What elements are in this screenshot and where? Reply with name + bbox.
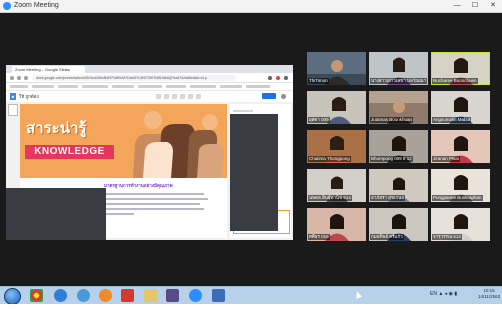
- bookmark-item[interactable]: [166, 85, 186, 88]
- chrome-icon[interactable]: [30, 289, 43, 302]
- participant-name: Jutamas Boonkhuan: [370, 117, 414, 123]
- start-button[interactable]: [4, 288, 21, 305]
- article-text-line: [104, 213, 134, 215]
- slide-thumbnail[interactable]: [8, 104, 18, 116]
- participant-name: Nucharee Boonchuen: [432, 78, 478, 84]
- taskbar-clock[interactable]: 10:15 14/11/2563: [478, 288, 500, 300]
- zoom-taskbar-icon[interactable]: [189, 289, 202, 302]
- bookmark-item[interactable]: [220, 85, 242, 88]
- zoom-screen: Zoom Meeting — ☐ ✕ Zoom Meeting – Google…: [0, 0, 502, 309]
- participant-tile[interactable]: Angsumalin Mabut: [431, 91, 490, 124]
- participant-tile[interactable]: Jiranan Pisai: [431, 130, 490, 163]
- internet-explorer-icon[interactable]: [54, 289, 67, 302]
- participant-tile[interactable]: กมลทิพย์ ศรีแก้ว: [369, 208, 428, 241]
- forward-icon[interactable]: [17, 76, 21, 80]
- article-text-line: [104, 208, 204, 210]
- participant-name: Pungpanee Bunkraphan: [432, 195, 483, 201]
- participant-name: กมลทิพย์ ศรีแก้ว: [370, 234, 404, 240]
- participant-tile[interactable]: Chatima Thongpong: [307, 130, 366, 163]
- participant-tile[interactable]: อาภัสรา สุขเกษม: [369, 169, 428, 202]
- knowledge-label-box: KNOWLEDGE: [25, 145, 114, 159]
- participant-name: อาภัสรา สุขเกษม: [370, 195, 406, 201]
- back-icon[interactable]: [10, 76, 14, 80]
- participant-name: ศศิธร 016: [308, 234, 330, 240]
- close-button[interactable]: ✕: [484, 0, 502, 12]
- bookmarks-bar: [6, 83, 293, 91]
- redacted-area: [6, 188, 106, 240]
- minimize-button[interactable]: —: [448, 0, 466, 12]
- toolbar-tool-icon[interactable]: [188, 94, 193, 99]
- app-icon[interactable]: [166, 289, 179, 302]
- file-explorer-icon[interactable]: [144, 289, 157, 302]
- browser-tab-bar: Zoom Meeting – Google Slides: [6, 65, 293, 73]
- browser-tab[interactable]: Zoom Meeting – Google Slides: [12, 66, 85, 73]
- redacted-area: [230, 114, 278, 231]
- panel-text-line: [233, 110, 253, 112]
- knowledge-banner: สาระน่ารู้ KNOWLEDGE: [20, 104, 227, 178]
- bookmark-item[interactable]: [138, 85, 162, 88]
- bookmark-item[interactable]: [246, 85, 270, 88]
- bookmark-item[interactable]: [82, 85, 108, 88]
- participant-tile[interactable]: ผุสดา 009: [307, 91, 366, 124]
- toolbar-tool-icon[interactable]: [156, 94, 161, 99]
- article-text-line: [104, 193, 204, 195]
- participant-tile[interactable]: ThiTimon: [307, 52, 366, 85]
- url-field[interactable]: docs.google.com/presentation/d/1KtcdXWwN…: [32, 74, 236, 81]
- document-name[interactable]: ให้ ถูกต้อง: [19, 93, 39, 100]
- participant-name: Chatima Thongpong: [308, 156, 351, 162]
- toolbar-tool-icon[interactable]: [180, 94, 185, 99]
- menu-icon[interactable]: [284, 76, 288, 80]
- raised-fists-illustration: [133, 111, 225, 178]
- bookmark-item[interactable]: [112, 85, 134, 88]
- participant-name: ThiTimon: [308, 78, 329, 84]
- bookmark-item[interactable]: [190, 85, 216, 88]
- zoom-title-bar: Zoom Meeting — ☐ ✕: [0, 0, 502, 13]
- bookmark-item[interactable]: [10, 85, 28, 88]
- article-text-line: [104, 203, 200, 205]
- article-heading: มาตรฐานการทำงานอย่างมีคุณภาพ: [104, 183, 173, 188]
- participant-tile[interactable]: จารุวรรณ 613: [431, 208, 490, 241]
- participant-tile[interactable]: ศศิธร 016: [307, 208, 366, 241]
- window-title: Zoom Meeting: [14, 2, 59, 9]
- zoom-logo-icon: [3, 2, 11, 10]
- thai-title: สาระน่ารู้: [26, 120, 87, 137]
- app-icon[interactable]: [212, 289, 225, 302]
- toolbar-tool-icon[interactable]: [172, 94, 177, 99]
- participant-tile[interactable]: นางสาวเยาวเลขา มลวัณณา: [369, 52, 428, 85]
- participant-name: Bhornpong 009 8 12: [370, 156, 413, 162]
- participant-tile[interactable]: Pungpanee Bunkraphan: [431, 169, 490, 202]
- participant-name: Angsumalin Mabut: [432, 117, 472, 123]
- maximize-button[interactable]: ☐: [466, 0, 484, 12]
- participant-tile[interactable]: Bhornpong 009 8 12: [369, 130, 428, 163]
- participant-gallery: ThiTimon นางสาวเยาวเลขา มลวัณณา Nucharee…: [307, 52, 495, 242]
- clock-date: 14/11/2563: [478, 294, 501, 299]
- participant-name: ผุสดา 009: [308, 117, 330, 123]
- participant-tile[interactable]: Jutamas Boonkhuan: [369, 91, 428, 124]
- browser-address-bar: docs.google.com/presentation/d/1KtcdXWwN…: [6, 73, 293, 83]
- present-button[interactable]: [262, 93, 276, 99]
- participant-tile-active-speaker[interactable]: Nucharee Boonchuen: [431, 52, 490, 85]
- toolbar-tool-icon[interactable]: [196, 94, 201, 99]
- profile-icon[interactable]: [276, 76, 280, 80]
- article-text-line: [104, 198, 208, 200]
- toolbar-tool-icon[interactable]: [164, 94, 169, 99]
- account-avatar-icon[interactable]: [281, 94, 286, 99]
- slides-logo-icon: ■: [10, 93, 16, 100]
- participant-tile[interactable]: นพดล สินธุ์พานิช 614: [307, 169, 366, 202]
- participant-name: จารุวรรณ 613: [432, 234, 462, 240]
- windows-taskbar: EN ▲ ◂ ◉ ▮ 10:15 14/11/2563: [0, 286, 502, 305]
- extension-icon[interactable]: [268, 76, 272, 80]
- participant-name: Jiranan Pisai: [432, 156, 460, 162]
- reload-icon[interactable]: [24, 76, 28, 80]
- media-player-icon[interactable]: [77, 289, 90, 302]
- bookmark-item[interactable]: [32, 85, 54, 88]
- participant-name: นพดล สินธุ์พานิช 614: [308, 195, 352, 201]
- knowledge-label: KNOWLEDGE: [34, 146, 105, 157]
- firefox-icon[interactable]: [99, 289, 112, 302]
- bookmark-item[interactable]: [58, 85, 78, 88]
- system-tray[interactable]: EN ▲ ◂ ◉ ▮: [430, 291, 457, 297]
- participant-name: นางสาวเยาวเลขา มลวัณณา: [370, 78, 428, 84]
- bottom-margin: [0, 304, 502, 309]
- powerpoint-icon[interactable]: [121, 289, 134, 302]
